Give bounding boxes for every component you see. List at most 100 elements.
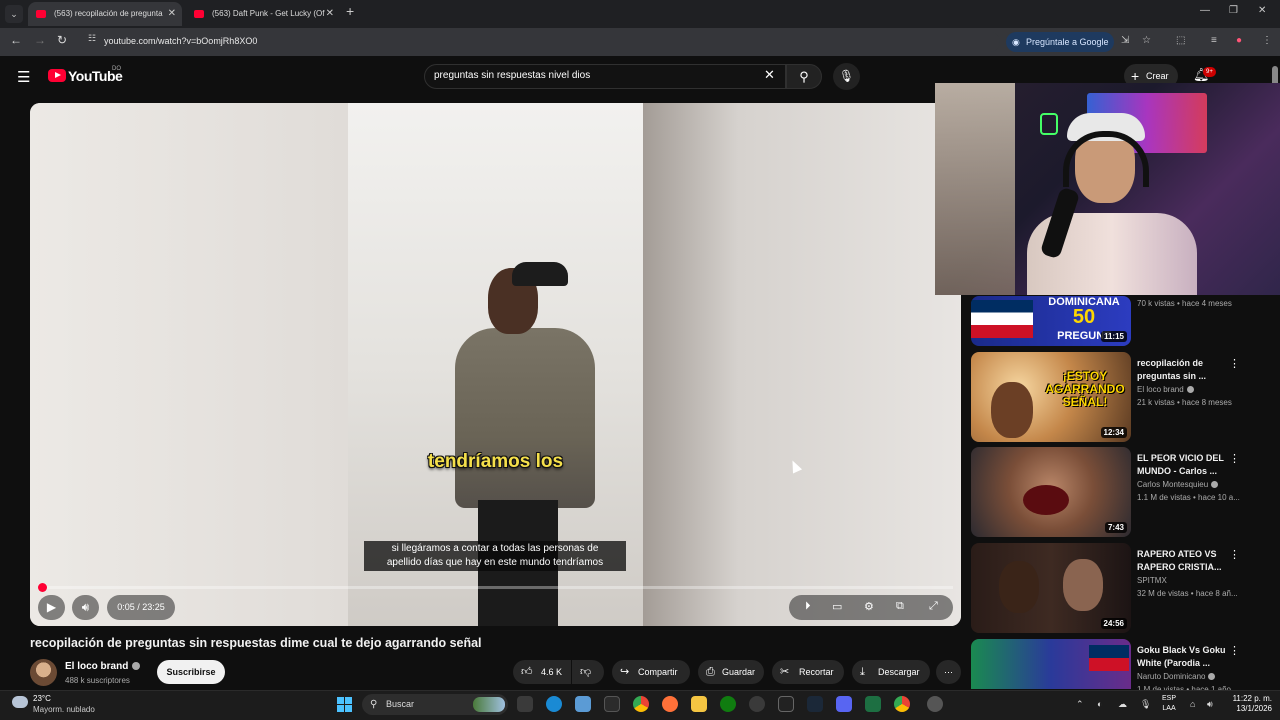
video-thumbnail[interactable]: DOMINICANA 50 PREGUNT 11:15: [971, 296, 1131, 346]
forward-icon[interactable]: →: [34, 33, 46, 47]
progress-scrubber[interactable]: [38, 583, 47, 592]
recommended-video[interactable]: 7:43 EL PEOR VICIO DEL MUNDO - Carlos ..…: [971, 447, 1268, 537]
settings-app-icon[interactable]: [927, 696, 943, 712]
recommended-video[interactable]: ¡ESTOY AGARRANDO SEÑAL! 12:34 recopilaci…: [971, 352, 1268, 442]
more-options-icon[interactable]: ⋮: [1229, 548, 1240, 561]
recommended-video[interactable]: 24:56 RAPERO ATEO VS RAPERO CRISTIA... S…: [971, 543, 1268, 633]
clear-search-icon[interactable]: ✕: [764, 67, 775, 83]
taskbar-search[interactable]: ⚲ Buscar: [362, 694, 508, 715]
video-title[interactable]: Goku Black Vs Goku White (Parodia ...: [1137, 644, 1237, 670]
xbox-icon[interactable]: [720, 696, 736, 712]
profile-icon[interactable]: ●: [1236, 35, 1242, 46]
close-tab-icon[interactable]: ✕: [326, 2, 334, 26]
epic-games-icon[interactable]: [778, 696, 794, 712]
weather-temperature[interactable]: 23°C: [33, 694, 51, 703]
video-thumbnail[interactable]: [971, 639, 1131, 689]
discord-icon[interactable]: [836, 696, 852, 712]
subtitles-icon[interactable]: ▭: [832, 600, 842, 613]
tray-app-icon[interactable]: ◐: [1097, 699, 1102, 709]
search-icon: ⚲: [370, 699, 378, 710]
like-button[interactable]: 👍︎ 4.6 K: [513, 660, 571, 684]
input-language[interactable]: ESP LAA: [1162, 694, 1176, 714]
copilot-icon[interactable]: [575, 696, 591, 712]
save-button[interactable]: ⎙ Guardar: [698, 660, 764, 684]
search-button[interactable]: ⚲: [786, 64, 822, 89]
video-thumbnail[interactable]: 7:43: [971, 447, 1131, 537]
clip-button[interactable]: ✂ Recortar: [772, 660, 844, 684]
cloudy-weather-icon[interactable]: [12, 696, 28, 708]
voice-search-button[interactable]: 🎙︎: [833, 63, 860, 90]
file-explorer-icon[interactable]: [691, 696, 707, 712]
terminal-icon[interactable]: [604, 696, 620, 712]
settings-gear-icon[interactable]: ⚙: [864, 600, 874, 613]
autoplay-toggle-icon[interactable]: ⏵: [805, 600, 811, 613]
excel-icon[interactable]: [865, 696, 881, 712]
play-button[interactable]: ▶: [38, 595, 65, 620]
channel-avatar[interactable]: [30, 659, 57, 686]
video-title[interactable]: RAPERO ATEO VS RAPERO CRISTIA...: [1137, 548, 1237, 574]
video-channel[interactable]: El loco brand: [1137, 385, 1194, 394]
verified-check-icon: [1211, 481, 1219, 489]
share-button[interactable]: ↪ Compartir: [612, 660, 690, 684]
show-hidden-icons-chevron-icon[interactable]: ⌃: [1076, 699, 1084, 710]
tab-daft-punk[interactable]: (563) Daft Punk - Get Lucky (Of ✕: [186, 2, 340, 26]
reading-list-icon[interactable]: ≡: [1211, 35, 1217, 46]
video-thumbnail[interactable]: 24:56: [971, 543, 1131, 633]
reload-icon[interactable]: ↻: [57, 33, 67, 47]
weather-condition[interactable]: Mayorm. nublado: [33, 705, 95, 714]
search-query-text[interactable]: preguntas sin respuestas nivel dios: [434, 70, 590, 81]
back-icon[interactable]: ←: [10, 33, 22, 47]
bookmark-star-icon[interactable]: ☆: [1142, 35, 1151, 46]
url-text[interactable]: youtube.com/watch?v=bOomjRh8XO0: [104, 36, 257, 46]
tray-microphone-icon[interactable]: 🎙︎: [1140, 699, 1151, 710]
browser-menu-icon[interactable]: ⋮: [1262, 35, 1272, 46]
video-channel[interactable]: SPITMX: [1137, 576, 1167, 585]
channel-name[interactable]: El loco brand: [65, 661, 128, 672]
obs-icon[interactable]: [749, 696, 765, 712]
system-clock[interactable]: 11:22 p. m. 13/1/2026: [1226, 694, 1272, 714]
tab-search-icon[interactable]: ⌄: [5, 5, 23, 23]
site-info-icon[interactable]: ☷: [88, 33, 96, 44]
close-tab-icon[interactable]: ✕: [168, 2, 176, 26]
more-options-icon[interactable]: ⋮: [1229, 452, 1240, 465]
new-tab-icon[interactable]: +: [346, 3, 354, 19]
more-options-icon[interactable]: ⋮: [1229, 644, 1240, 657]
volume-tray-icon[interactable]: 🔊︎: [1207, 699, 1213, 710]
extensions-icon[interactable]: ⬚: [1176, 35, 1185, 46]
fullscreen-icon[interactable]: ⤢: [929, 600, 938, 613]
video-title[interactable]: EL PEOR VICIO DEL MUNDO - Carlos ...: [1137, 452, 1237, 478]
chrome-profile-icon[interactable]: [894, 696, 910, 712]
more-actions-button[interactable]: ⋯: [936, 660, 961, 684]
video-duration: 12:34: [1100, 427, 1127, 438]
subscribe-button[interactable]: Suscribirse: [157, 660, 225, 684]
share-label: Compartir: [638, 667, 678, 677]
install-app-icon[interactable]: ⇲: [1121, 35, 1129, 46]
close-window-icon[interactable]: ✕: [1258, 5, 1266, 16]
progress-bar[interactable]: [42, 586, 953, 589]
steam-icon[interactable]: [807, 696, 823, 712]
volume-button[interactable]: 🔊︎: [72, 595, 99, 620]
windows-start-icon[interactable]: [337, 697, 352, 712]
edge-browser-icon[interactable]: [546, 696, 562, 712]
ask-google-button[interactable]: ◉ Pregúntale a Google: [1006, 32, 1114, 52]
recommended-video[interactable]: Goku Black Vs Goku White (Parodia ... Na…: [971, 639, 1268, 694]
download-button[interactable]: ⤓ Descargar: [852, 660, 930, 684]
tab-recopilacion[interactable]: (563) recopilación de pregunta ✕: [28, 2, 182, 26]
video-thumbnail[interactable]: ¡ESTOY AGARRANDO SEÑAL! 12:34: [971, 352, 1131, 442]
dislike-button[interactable]: 👎︎: [572, 660, 604, 684]
more-options-icon[interactable]: ⋮: [1229, 357, 1240, 370]
miniplayer-icon[interactable]: ⧉: [896, 600, 904, 613]
video-channel[interactable]: Carlos Montesquieu: [1137, 480, 1219, 489]
hamburger-menu-icon[interactable]: ☰: [17, 68, 30, 86]
video-title[interactable]: recopilación de preguntas sin ...: [1137, 357, 1237, 383]
video-channel[interactable]: Naruto Dominicano: [1137, 672, 1216, 681]
network-icon[interactable]: ⌂: [1190, 699, 1195, 709]
tray-cloud-icon[interactable]: ☁: [1118, 699, 1127, 710]
restore-icon[interactable]: ❐: [1229, 5, 1238, 16]
firefox-icon[interactable]: [662, 696, 678, 712]
task-view-icon[interactable]: [517, 696, 533, 712]
youtube-logo-icon[interactable]: [48, 69, 66, 82]
chrome-icon[interactable]: [633, 696, 649, 712]
minimize-icon[interactable]: —: [1200, 5, 1210, 16]
recommended-video[interactable]: DOMINICANA 50 PREGUNT 11:15 70 k vistas …: [971, 296, 1268, 346]
